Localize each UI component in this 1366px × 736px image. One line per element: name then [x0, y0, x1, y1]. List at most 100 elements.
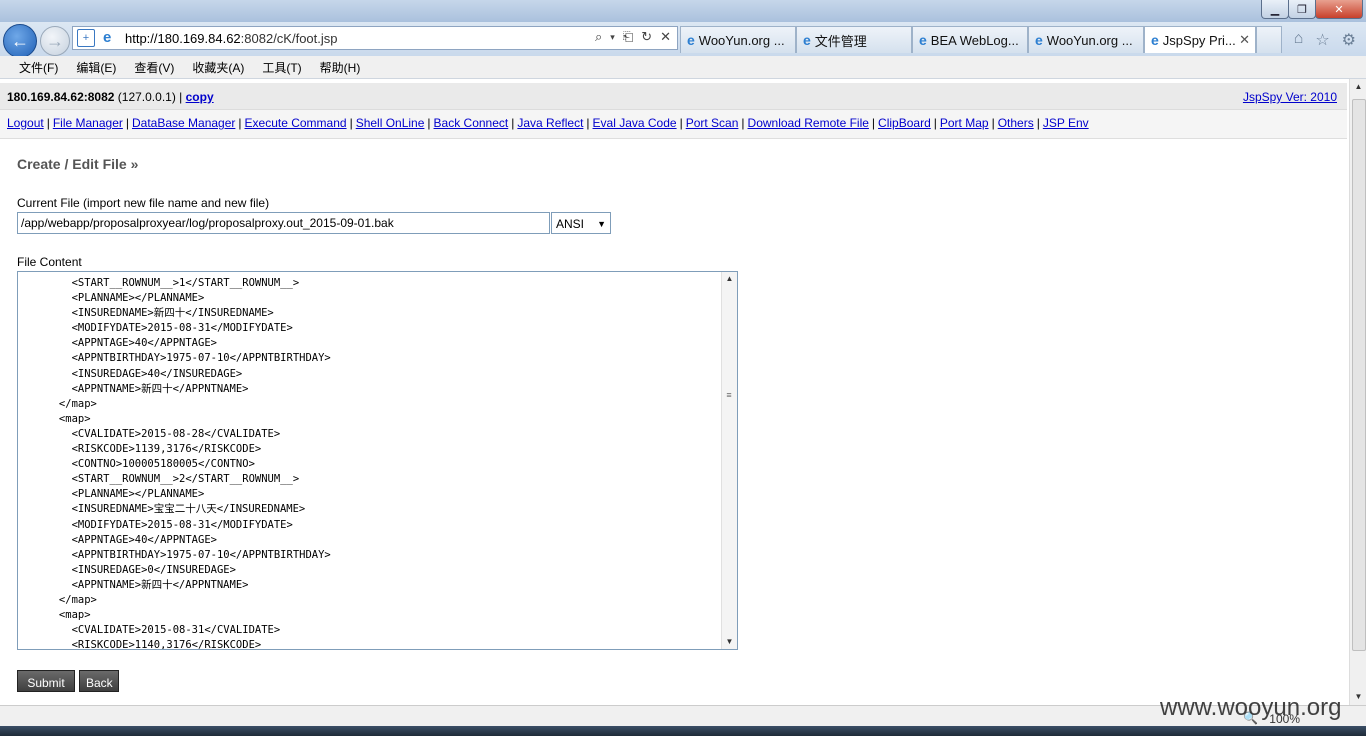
- file-content-line: <RISKCODE>1139,3176</RISKCODE>: [21, 443, 262, 456]
- file-content-label: File Content: [17, 255, 82, 269]
- address-bar[interactable]: + e http://180.169.84.62:8082/cK/foot.js…: [72, 26, 678, 50]
- scroll-up-icon[interactable]: ▲: [722, 272, 737, 286]
- compat-view-icon[interactable]: ⎗: [623, 29, 633, 45]
- address-url[interactable]: http://180.169.84.62:8082/cK/foot.jsp: [125, 31, 338, 46]
- search-icon[interactable]: ⌕: [595, 29, 602, 45]
- encoding-value: ANSI: [556, 217, 585, 231]
- link-port-scan[interactable]: Port Scan: [686, 116, 739, 130]
- file-content-line: <CONTNO>100005180005</CONTNO>: [21, 458, 255, 471]
- file-content-line: <INSUREDAGE>0</INSUREDAGE>: [21, 563, 236, 576]
- jspspy-header: 180.169.84.62:8082 (127.0.0.1) | copy Js…: [0, 83, 1347, 110]
- scroll-down-icon[interactable]: ▼: [1350, 689, 1366, 705]
- function-links: Logout | File Manager | DataBase Manager | Exe…: [0, 110, 1347, 139]
- version-link[interactable]: JspSpy Ver: 2010: [1243, 90, 1337, 104]
- ie-tab-icon: e: [919, 32, 927, 48]
- file-content-line: <map>: [21, 412, 91, 425]
- file-content-textarea[interactable]: <START__ROWNUM__>1</START__ROWNUM__> <PL…: [17, 271, 738, 650]
- menu-view[interactable]: 查看(V): [134, 59, 174, 76]
- page-scrollbar[interactable]: ▲ ▼: [1349, 79, 1366, 705]
- link-database-manager[interactable]: DataBase Manager: [132, 116, 235, 130]
- file-content-line: <PLANNAME></PLANNAME>: [21, 488, 205, 501]
- ie-tab-icon: e: [803, 32, 811, 48]
- menu-file[interactable]: 文件(F): [19, 59, 58, 76]
- refresh-icon[interactable]: ↻: [641, 29, 652, 45]
- tab-wooyun-1[interactable]: e WooYun.org ...: [680, 26, 796, 53]
- page-title: Create / Edit File »: [17, 156, 138, 172]
- copy-link[interactable]: copy: [186, 90, 214, 104]
- url-host: http://180.169.84.62: [125, 30, 241, 46]
- add-favorite-icon[interactable]: +: [77, 29, 95, 47]
- link-others[interactable]: Others: [998, 116, 1034, 130]
- tab-label: 文件管理: [814, 33, 867, 49]
- tab-file-manager[interactable]: e 文件管理: [796, 26, 912, 53]
- file-content-line: <INSUREDAGE>40</INSUREDAGE>: [21, 367, 243, 380]
- file-content-line: <PLANNAME></PLANNAME>: [21, 292, 205, 305]
- tab-jspspy[interactable]: e JspSpy Pri... ✕: [1144, 26, 1256, 53]
- page-title-text: Create / Edit File: [17, 156, 127, 172]
- file-content-line: <APPNTAGE>40</APPNTAGE>: [21, 533, 217, 546]
- scroll-down-icon[interactable]: ▼: [722, 635, 737, 649]
- navigation-bar: ← → + e http://180.169.84.62:8082/cK/foo…: [0, 22, 1366, 58]
- link-java-reflect[interactable]: Java Reflect: [517, 116, 583, 130]
- file-content-line: <START__ROWNUM__>2</START__ROWNUM__>: [21, 473, 300, 486]
- menu-tools[interactable]: 工具(T): [262, 59, 301, 76]
- windows-taskbar: [0, 726, 1366, 736]
- scroll-thumb[interactable]: ≡: [724, 384, 734, 406]
- link-file-manager[interactable]: File Manager: [53, 116, 123, 130]
- tab-label: WooYun.org ...: [698, 32, 785, 48]
- stop-icon[interactable]: ✕: [660, 29, 671, 45]
- tab-label: JspSpy Pri...: [1162, 32, 1236, 48]
- file-content-line: <MODIFYDATE>2015-08-31</MODIFYDATE>: [21, 322, 293, 335]
- link-jsp-env[interactable]: JSP Env: [1043, 116, 1089, 130]
- link-port-map[interactable]: Port Map: [940, 116, 989, 130]
- gear-icon[interactable]: ⚙: [1342, 30, 1356, 50]
- home-icon[interactable]: ⌂: [1294, 30, 1304, 50]
- watermark: www.wooyun.org: [1160, 694, 1342, 721]
- tab-bea-weblogic[interactable]: e BEA WebLog...: [912, 26, 1028, 53]
- scroll-up-icon[interactable]: ▲: [1350, 79, 1366, 95]
- link-shell-online[interactable]: Shell OnLine: [356, 116, 425, 130]
- close-icon: ✕: [1334, 3, 1344, 16]
- back-button-form[interactable]: Back: [79, 670, 119, 692]
- textarea-scrollbar[interactable]: ▲ ≡ ▼: [721, 272, 737, 649]
- submit-button[interactable]: Submit: [17, 670, 75, 692]
- link-download-remote-file[interactable]: Download Remote File: [748, 116, 869, 130]
- forward-arrow-icon: →: [46, 30, 64, 51]
- link-eval-java-code[interactable]: Eval Java Code: [593, 116, 677, 130]
- tab-wooyun-2[interactable]: e WooYun.org ...: [1028, 26, 1144, 53]
- minimize-button[interactable]: ▁: [1261, 0, 1289, 19]
- file-content-line: <INSUREDNAME>宝宝二十八天</INSUREDNAME>: [21, 503, 306, 516]
- new-tab-button[interactable]: [1256, 26, 1282, 53]
- chevron-down-icon: ▼: [597, 219, 606, 229]
- menu-favorites[interactable]: 收藏夹(A): [192, 59, 244, 76]
- file-content-line: <APPNTBIRTHDAY>1975-07-10</APPNTBIRTHDAY…: [21, 548, 331, 561]
- window-titlebar: ▁ ❐ ✕: [0, 0, 1366, 22]
- file-content-line: <APPNTAGE>40</APPNTAGE>: [21, 337, 217, 350]
- server-local: (127.0.0.1) |: [117, 90, 183, 104]
- current-file-input[interactable]: /app/webapp/proposalproxyear/log/proposa…: [17, 212, 550, 234]
- link-logout[interactable]: Logout: [7, 116, 44, 130]
- menu-edit[interactable]: 编辑(E): [76, 59, 116, 76]
- current-file-label: Current File (import new file name and n…: [17, 196, 270, 210]
- back-button[interactable]: ←: [3, 24, 37, 58]
- ie-page-icon: e: [103, 29, 112, 46]
- maximize-button[interactable]: ❐: [1288, 0, 1316, 19]
- tab-label: WooYun.org ...: [1046, 32, 1133, 48]
- favorites-star-icon[interactable]: ☆: [1315, 30, 1329, 50]
- forward-button[interactable]: →: [40, 26, 70, 56]
- menu-help[interactable]: 帮助(H): [320, 59, 361, 76]
- file-content-line: <INSUREDNAME>新四十</INSUREDNAME>: [21, 307, 274, 320]
- dropdown-icon[interactable]: ▾: [610, 29, 615, 45]
- ie-tab-icon: e: [1035, 32, 1043, 48]
- server-host: 180.169.84.62:8082: [7, 90, 115, 104]
- close-window-button[interactable]: ✕: [1315, 0, 1363, 19]
- encoding-select[interactable]: ANSI ▼: [551, 212, 611, 234]
- link-back-connect[interactable]: Back Connect: [434, 116, 509, 130]
- minimize-icon: ▁: [1270, 3, 1280, 16]
- file-content-line: </map>: [21, 593, 97, 606]
- close-tab-icon[interactable]: ✕: [1239, 32, 1250, 48]
- link-clipboard[interactable]: ClipBoard: [878, 116, 931, 130]
- scroll-thumb[interactable]: [1352, 99, 1366, 651]
- link-execute-command[interactable]: Execute Command: [245, 116, 347, 130]
- back-arrow-icon: ←: [11, 30, 29, 51]
